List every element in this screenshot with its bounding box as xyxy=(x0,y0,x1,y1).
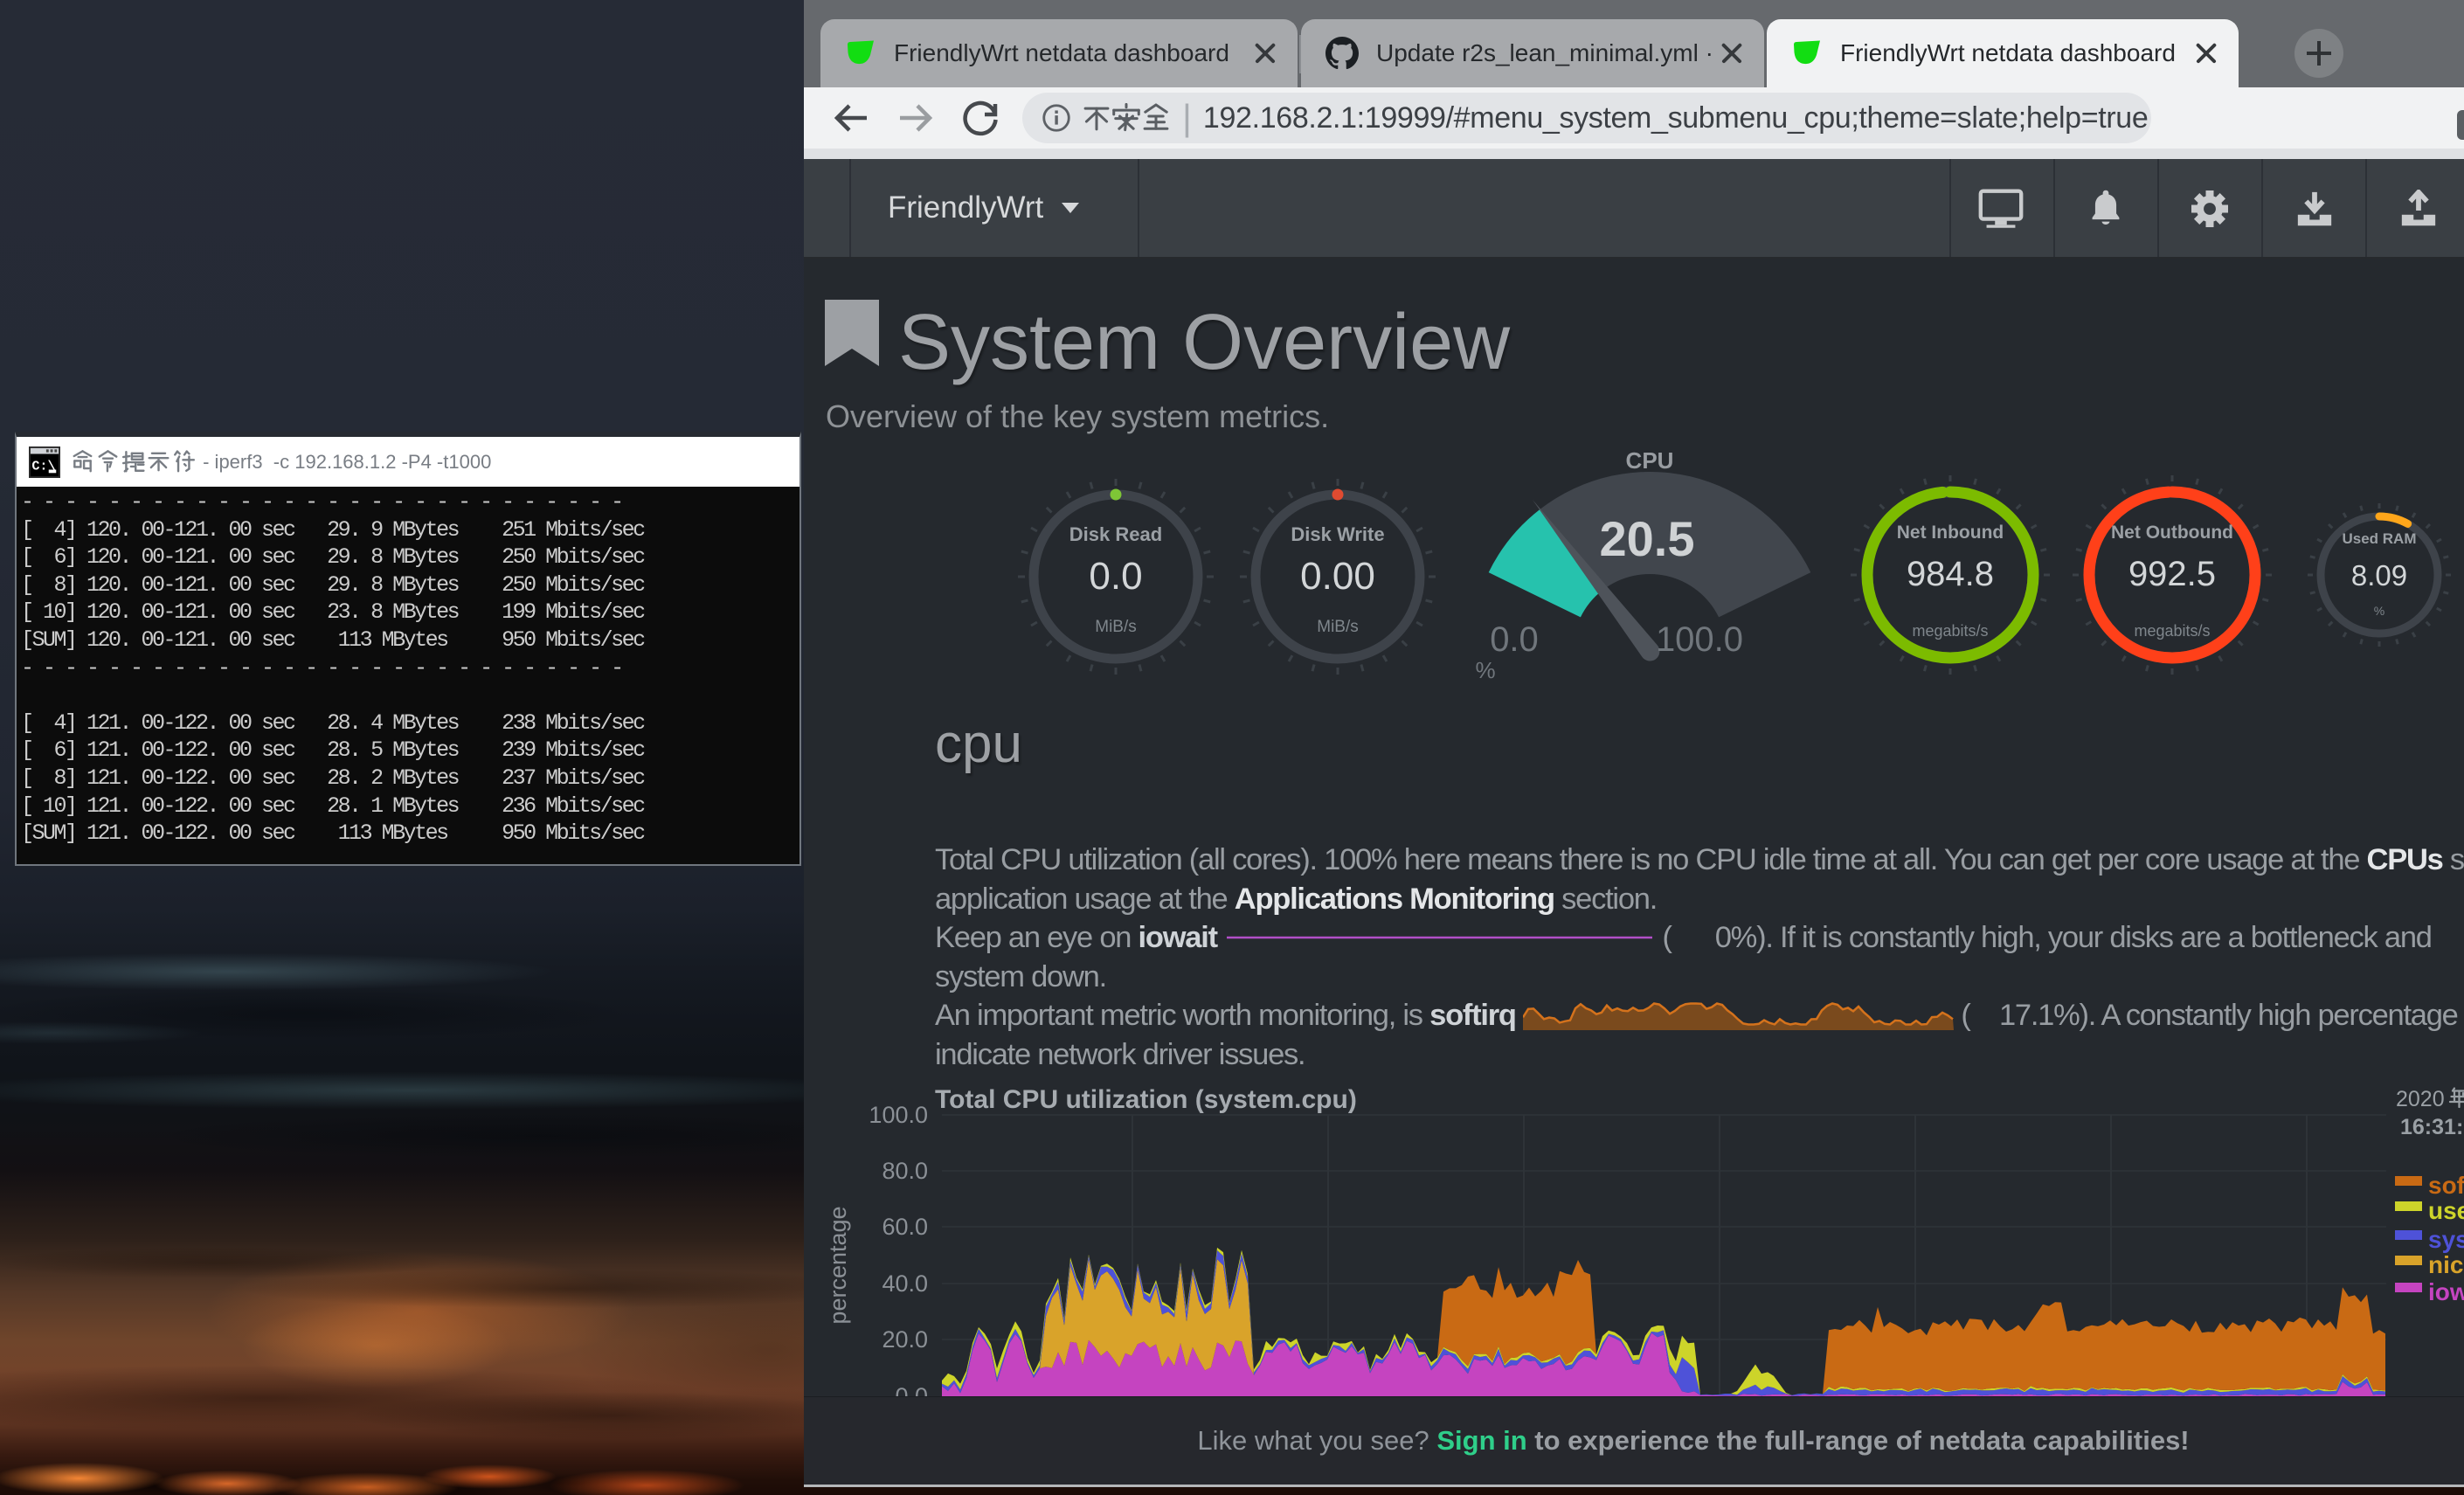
svg-text:CPU: CPU xyxy=(1626,447,1674,474)
svg-text:%: % xyxy=(2374,604,2384,618)
svg-text:0.00: 0.00 xyxy=(1300,555,1375,598)
svg-text:iow: iow xyxy=(2428,1278,2464,1305)
svg-text:40.0: 40.0 xyxy=(882,1270,928,1297)
svg-text:Used RAM: Used RAM xyxy=(2342,530,2416,547)
svg-text:MiB/s: MiB/s xyxy=(1095,618,1137,636)
svg-text:2020: 2020 xyxy=(2396,1087,2445,1111)
svg-text:use: use xyxy=(2428,1197,2464,1224)
svg-text:percentage: percentage xyxy=(825,1206,851,1324)
svg-text:8.09: 8.09 xyxy=(2351,559,2407,592)
svg-text:MiB/s: MiB/s xyxy=(1317,618,1359,636)
svg-text:megabits/s: megabits/s xyxy=(2134,622,2210,640)
svg-text:Net Inbound: Net Inbound xyxy=(1897,523,2004,543)
svg-text:Disk Write: Disk Write xyxy=(1291,523,1384,545)
svg-text:sys: sys xyxy=(2428,1226,2464,1253)
svg-text:megabits/s: megabits/s xyxy=(1912,622,1988,640)
svg-text:20.0: 20.0 xyxy=(882,1326,928,1353)
svg-text:16:31:2: 16:31:2 xyxy=(2400,1115,2464,1139)
svg-text:0.0: 0.0 xyxy=(1490,620,1539,659)
svg-text:984.8: 984.8 xyxy=(1907,555,1994,593)
svg-text:992.5: 992.5 xyxy=(2128,555,2216,593)
svg-text:soft: soft xyxy=(2428,1172,2464,1199)
svg-text:nice: nice xyxy=(2428,1251,2464,1278)
svg-text:100.0: 100.0 xyxy=(869,1102,928,1128)
svg-text:0.0: 0.0 xyxy=(1089,555,1142,598)
svg-text:60.0: 60.0 xyxy=(882,1214,928,1240)
svg-text:Net Outbound: Net Outbound xyxy=(2111,523,2233,543)
svg-text:100.0: 100.0 xyxy=(1656,620,1743,659)
svg-text:Disk Read: Disk Read xyxy=(1069,523,1162,545)
svg-text:%: % xyxy=(1475,657,1495,683)
svg-text:20.5: 20.5 xyxy=(1600,511,1695,566)
svg-text:Total CPU utilization (system.: Total CPU utilization (system.cpu) xyxy=(935,1085,1357,1114)
svg-text:80.0: 80.0 xyxy=(882,1158,928,1184)
